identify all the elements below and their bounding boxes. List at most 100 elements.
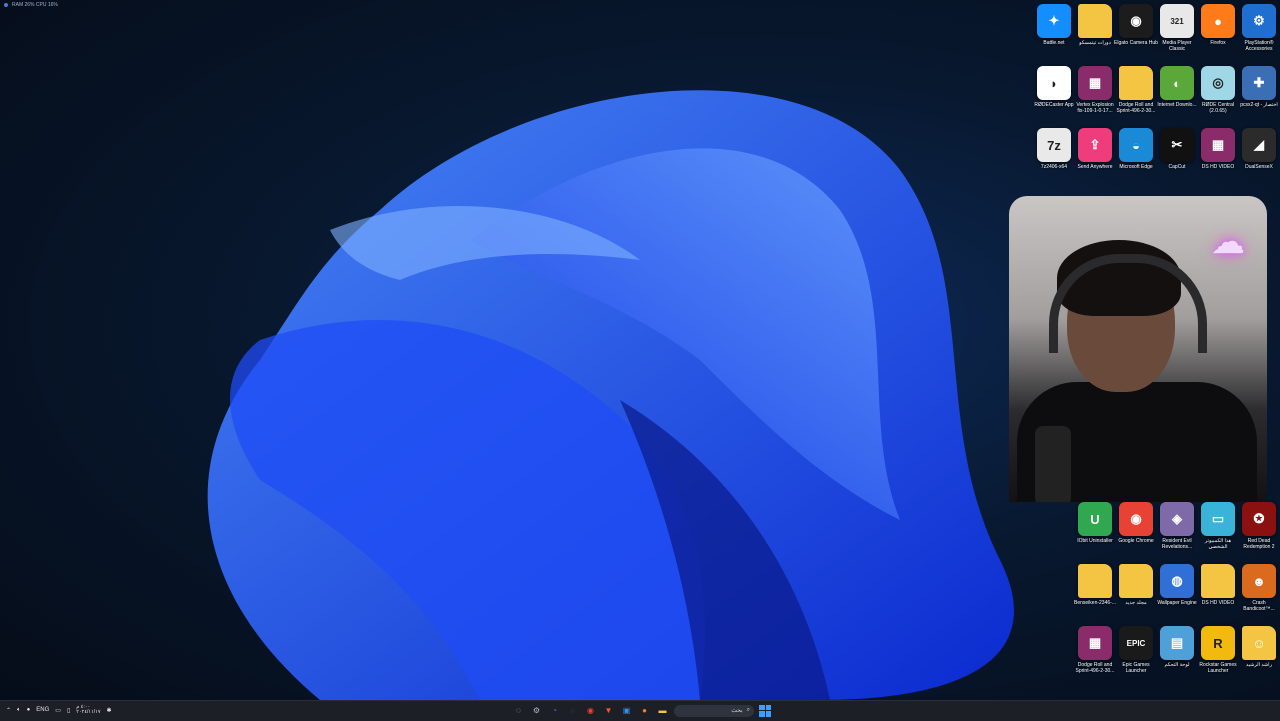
network-icon[interactable]: ▭ [55, 707, 61, 714]
desktop-icon[interactable]: ◉ Elgato Camera Hub [1114, 4, 1158, 62]
desktop-icon[interactable]: ◎ RØDE Central (2.0.65) [1197, 66, 1239, 124]
volume-icon[interactable]: 🔈︎ [17, 707, 21, 714]
edge-icon: ◒ [1119, 128, 1153, 162]
system-tray: ⌃ 🔈︎ ● ENG ▭ ▯ ٤:٠٠ م ٢٠٢٤/١١/١٧ ✱ [6, 705, 112, 715]
store-icon[interactable]: ▣ [620, 704, 633, 717]
this-pc-icon: ▭ [1201, 502, 1235, 536]
desktop-icon-label: Media Player Classic [1162, 40, 1192, 52]
desktop-icon-label: Battle.net [1043, 40, 1065, 46]
start-button[interactable] [759, 704, 771, 717]
desktop-icon[interactable]: ✦ Battle.net [1033, 4, 1075, 62]
desktop-icon[interactable]: ◢ DualSenseX [1238, 128, 1280, 186]
playstation-icon: ⚙ [1242, 4, 1276, 38]
desktop-icon-label: 7z2406-x64 [1040, 164, 1068, 170]
desktop-icon[interactable]: ✚ pcsx2-qt - اختصار [1238, 66, 1280, 124]
desktop-icon[interactable]: U IObit Uninstaller [1074, 502, 1116, 560]
folder-icon [1119, 564, 1153, 598]
rodecaster-icon: ◗ [1037, 66, 1071, 100]
desktop-icon[interactable]: ◐ Internet Downlo... [1156, 66, 1198, 124]
desktop-icon[interactable]: 321 Media Player Classic [1156, 4, 1198, 62]
microphone-icon[interactable]: ● [27, 707, 31, 713]
desktop-icon[interactable]: DS HD VIDEO [1197, 564, 1239, 622]
chrome-icon: ◉ [1119, 502, 1153, 536]
desktop-icon-label: لوحة التحكم [1164, 662, 1190, 668]
firefox-icon[interactable]: ● [638, 704, 651, 717]
dualsensex-icon: ◢ [1242, 128, 1276, 162]
desktop-icon-label: Crash Bandicoot™... [1243, 600, 1275, 612]
desktop-icon[interactable]: ◍ Wallpaper Engine [1156, 564, 1198, 622]
desktop-icon-label: Firefox [1210, 40, 1226, 46]
file-explorer-icon[interactable]: ▬ [656, 704, 669, 717]
desktop-icon-label: IObit Uninstaller [1077, 538, 1113, 544]
desktop-icon[interactable]: دورات تيتمسكو [1074, 4, 1116, 62]
chrome-icon[interactable]: ◉ [584, 704, 597, 717]
folder-icon [1078, 4, 1112, 38]
desktop-icon[interactable]: ▤ لوحة التحكم [1156, 626, 1198, 684]
7zip-icon: 7z [1037, 128, 1071, 162]
desktop-icon[interactable]: EPIC Epic Games Launcher [1115, 626, 1157, 684]
steam-icon[interactable]: ◉ [566, 704, 579, 717]
desktop-icon-label: RØDE Central (2.0.65) [1202, 102, 1234, 114]
desktop-icon[interactable]: ◈ Resident Evil Revelations... [1156, 502, 1198, 560]
capcut-icon: ✂ [1160, 128, 1194, 162]
desktop-icon-label: Benseiken-2346-... [1074, 600, 1116, 606]
desktop-icon[interactable]: ✂ CapCut [1156, 128, 1198, 186]
folder-icon [1119, 66, 1153, 100]
desktop-icon[interactable]: R Rockstar Games Launcher [1197, 626, 1239, 684]
battery-icon[interactable]: ▯ [67, 707, 70, 714]
desktop-icon[interactable]: ▦ DS HD VIDEO [1197, 128, 1239, 186]
desktop-icon-label: PlayStation® Accessories [1244, 40, 1274, 52]
search-placeholder: بحث [731, 708, 743, 714]
desktop-icon[interactable]: ▭ هذا الكمبيوتر الشخصي [1197, 502, 1239, 560]
desktop-icon[interactable]: ◉ Google Chrome [1115, 502, 1157, 560]
desktop-icon[interactable]: ⚙ PlayStation® Accessories [1238, 4, 1280, 62]
desktop-icon[interactable]: 7z 7z2406-x64 [1033, 128, 1075, 186]
notification-icon[interactable]: ✱ [107, 707, 112, 714]
cloud-lightning-neon-icon: ☁ [1211, 223, 1245, 261]
brave-icon[interactable]: ▼ [602, 704, 615, 717]
chevron-up-icon[interactable]: ⌃ [6, 707, 11, 714]
desktop-icon[interactable]: ☺ راشد الرشيد [1238, 626, 1280, 684]
desktop-icon-label: Vertex Explosion fix-109-1-0-17... [1076, 102, 1114, 114]
desktop-icon[interactable]: ◒ Microsoft Edge [1115, 128, 1157, 186]
user-folder-icon: ☺ [1242, 626, 1276, 660]
desktop-icon[interactable]: Benseiken-2346-... [1074, 564, 1116, 622]
desktop-icon-label: CapCut [1168, 164, 1186, 170]
desktop-icon-label: DS HD VIDEO [1201, 600, 1235, 606]
winrar-icon: ▦ [1078, 626, 1112, 660]
iobit-icon: U [1078, 502, 1112, 536]
epic-games-icon: EPIC [1119, 626, 1153, 660]
desktop-icon[interactable]: ◗ RØDECaster App [1033, 66, 1075, 124]
media-player-icon: 321 [1160, 4, 1194, 38]
resident-evil-icon: ◈ [1160, 502, 1194, 536]
desktop-icon[interactable]: ✪ Red Dead Redemption 2 [1238, 502, 1280, 560]
desktop-icon[interactable]: Dodge Roll and Sprint-496-2-30... [1115, 66, 1157, 124]
idm-icon: ◐ [1160, 66, 1194, 100]
desktop-icon-label: Dodge Roll and Sprint-496-2-30... [1116, 102, 1156, 114]
desktop-icon-label: هذا الكمبيوتر الشخصي [1204, 538, 1232, 550]
desktop-icon-label: راشد الرشيد [1245, 662, 1272, 668]
desktop-icon-label: Elgato Camera Hub [1114, 40, 1158, 46]
discord-icon[interactable]: ◔ [548, 704, 561, 717]
desktop-icon[interactable]: ● Firefox [1197, 4, 1239, 62]
crash-icon: ☻ [1242, 564, 1276, 598]
desktop-icon[interactable]: ☻ Crash Bandicoot™... [1238, 564, 1280, 622]
desktop-icon-label: Internet Downlo... [1157, 102, 1197, 108]
desktop-icon-label: Microsoft Edge [1119, 164, 1153, 170]
search-box[interactable]: بحث ⌕ [674, 704, 754, 717]
settings-icon[interactable]: ⚙ [530, 704, 543, 717]
clock[interactable]: ٤:٠٠ م ٢٠٢٤/١١/١٧ [76, 705, 100, 715]
desktop-icon[interactable]: ▦ Dodge Roll and Sprint-496-2-30... [1074, 626, 1116, 684]
desktop-icon-label: Wallpaper Engine [1157, 600, 1197, 606]
microphone [1035, 426, 1071, 502]
rode-central-icon: ◎ [1201, 66, 1235, 100]
desktop-icon[interactable]: ⇪ Send Anywhere [1074, 128, 1116, 186]
copilot-icon[interactable]: ◌ [512, 704, 525, 717]
desktop-icon[interactable]: ▦ Vertex Explosion fix-109-1-0-17... [1074, 66, 1116, 124]
winrar-icon: ▦ [1201, 128, 1235, 162]
taskbar-apps: ◌ ⚙ ◔ ◉ ◉ ▼ ▣ ● ▬ بحث ⌕ [512, 704, 771, 717]
language-indicator[interactable]: ENG [36, 707, 49, 713]
pcsx2-icon: ✚ [1242, 66, 1276, 100]
desktop-icon[interactable]: مجلد جديد [1115, 564, 1157, 622]
webcam-overlay: ☁ [1009, 196, 1267, 502]
